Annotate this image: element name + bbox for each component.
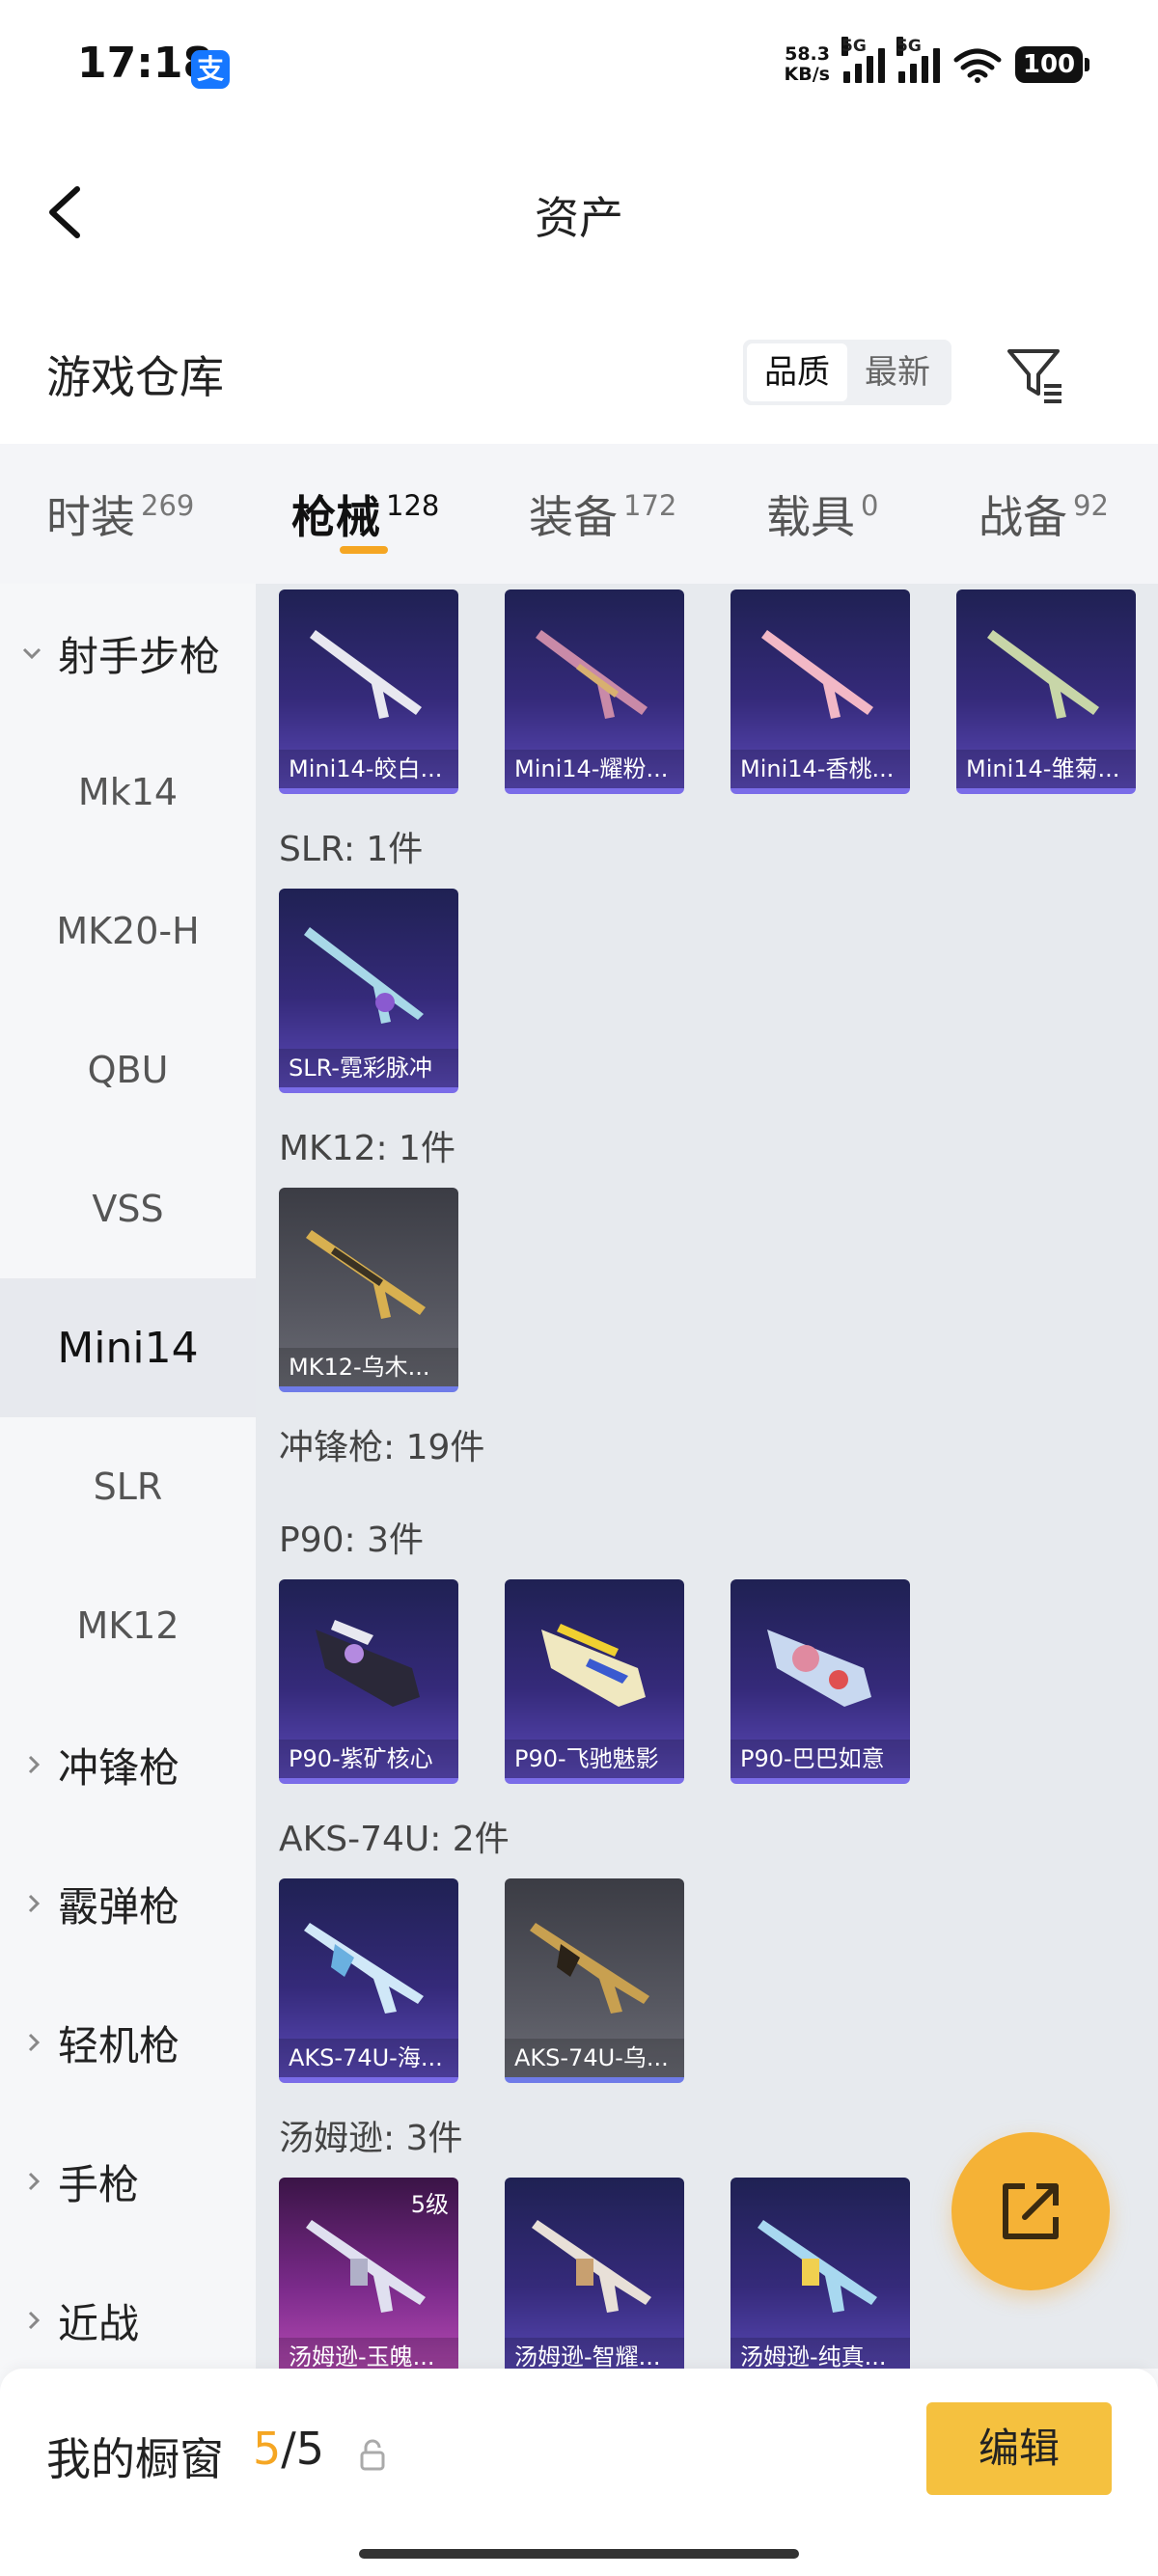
- weapon-card[interactable]: P90-飞驰魅影: [505, 1579, 684, 1784]
- rifle-icon: [306, 1230, 426, 1319]
- sort-latest-button[interactable]: 最新: [847, 343, 948, 401]
- sidebar-item-pistol[interactable]: 手枪: [0, 2112, 256, 2251]
- nav-header: 资产: [0, 135, 1158, 289]
- chevron-right-icon: [28, 2033, 41, 2052]
- active-tab-indicator: [340, 546, 388, 554]
- battery-icon: 100: [1015, 46, 1089, 83]
- signal-icon: 5G: [841, 37, 885, 83]
- sidebar-item-qbu[interactable]: QBU: [0, 1000, 256, 1139]
- weapon-card[interactable]: 汤姆逊-纯真...: [731, 2178, 910, 2369]
- group-label-aks74u: AKS-74U: 2件: [279, 1820, 510, 1859]
- weapon-card[interactable]: 5级 汤姆逊-玉魄...: [279, 2178, 458, 2369]
- share-external-icon: [1003, 2183, 1059, 2239]
- weapon-sidebar: 射手步枪 Mk14 MK20-H QBU VSS Mini14 SLR MK12…: [0, 584, 256, 2369]
- rifle-icon: [530, 1923, 649, 2014]
- rifle-icon: [304, 927, 424, 1024]
- tab-equipment[interactable]: 装备 172: [529, 482, 676, 546]
- weapon-card[interactable]: P90-紫矿核心: [279, 1579, 458, 1784]
- weapon-card[interactable]: Mini14-耀粉...: [505, 589, 684, 794]
- smg-icon: [306, 2220, 426, 2313]
- weapon-card[interactable]: Mini14-雏菊...: [956, 589, 1136, 794]
- weapon-card[interactable]: Mini14-皎白...: [279, 589, 458, 794]
- weapon-card[interactable]: 汤姆逊-智耀...: [505, 2178, 684, 2369]
- sidebar-item-mk20h[interactable]: MK20-H: [0, 862, 256, 1000]
- home-indicator[interactable]: [359, 2549, 799, 2559]
- weapon-card-name: 汤姆逊-玉魄...: [279, 2338, 458, 2369]
- sidebar-item-marksman[interactable]: 射手步枪: [0, 584, 256, 723]
- status-indicators: 58.3 KB/s 5G 5G 100: [784, 37, 1089, 85]
- weapon-card-name: Mini14-皎白...: [279, 750, 458, 788]
- sidebar-item-vss[interactable]: VSS: [0, 1139, 256, 1278]
- showcase-count: 5/5: [253, 2423, 325, 2475]
- weapon-card[interactable]: MK12-乌木...: [279, 1188, 458, 1392]
- weapon-card[interactable]: AKS-74U-海...: [279, 1878, 458, 2083]
- smg-icon: [758, 2220, 877, 2313]
- weapon-card-name: P90-紫矿核心: [279, 1740, 458, 1778]
- weapon-card-name: 汤姆逊-智耀...: [505, 2338, 684, 2369]
- weapon-card-name: 汤姆逊-纯真...: [731, 2338, 910, 2369]
- warehouse-title: 游戏仓库: [46, 351, 224, 403]
- chevron-right-icon: [28, 1894, 41, 1913]
- edit-button[interactable]: 编辑: [926, 2402, 1112, 2495]
- network-speed: 58.3 KB/s: [784, 43, 830, 85]
- weapon-card-name: SLR-霓彩脉冲: [279, 1049, 458, 1087]
- sort-toggle: 品质 最新: [743, 340, 951, 405]
- weapon-card[interactable]: P90-巴巴如意: [731, 1579, 910, 1784]
- group-label-smg: 冲锋枪: 19件: [279, 1428, 485, 1467]
- weapon-card-name: P90-巴巴如意: [731, 1740, 910, 1778]
- weapon-card-name: Mini14-香桃...: [731, 750, 910, 788]
- smg-icon: [767, 1630, 871, 1707]
- group-label-p90: P90: 3件: [279, 1521, 424, 1560]
- weapon-card[interactable]: SLR-霓彩脉冲: [279, 889, 458, 1093]
- chevron-right-icon: [28, 2172, 41, 2191]
- weapon-card-name: Mini14-耀粉...: [505, 750, 684, 788]
- tab-supplies[interactable]: 战备 92: [979, 482, 1109, 546]
- rifle-icon: [304, 1923, 424, 2014]
- smg-icon: [532, 2220, 651, 2313]
- group-label-mk12: MK12: 1件: [279, 1129, 455, 1168]
- rifle-icon: [310, 630, 422, 719]
- weapon-card-name: Mini14-雏菊...: [956, 750, 1136, 788]
- category-tabs: 时装 269 枪械 128 装备 172 载具 0 战备 92: [0, 444, 1158, 584]
- sidebar-item-mk14[interactable]: Mk14: [0, 723, 256, 862]
- wifi-icon: [953, 48, 1002, 83]
- tab-firearms[interactable]: 枪械 128: [291, 482, 439, 546]
- sidebar-item-lmg[interactable]: 轻机枪: [0, 1973, 256, 2112]
- smg-icon: [316, 1620, 420, 1707]
- share-fab-button[interactable]: [951, 2132, 1110, 2290]
- lock-icon: [360, 2439, 385, 2471]
- chevron-right-icon: [28, 1755, 41, 1774]
- chevron-down-icon: [22, 647, 41, 660]
- sidebar-item-smg[interactable]: 冲锋枪: [0, 1695, 256, 1834]
- rifle-icon: [536, 630, 648, 719]
- filter-icon[interactable]: [1004, 343, 1065, 405]
- sidebar-item-slr[interactable]: SLR: [0, 1417, 256, 1556]
- smg-icon: [541, 1624, 646, 1707]
- rifle-icon: [761, 630, 873, 719]
- weapon-card[interactable]: Mini14-香桃...: [731, 589, 910, 794]
- tab-vehicles[interactable]: 载具 0: [766, 482, 878, 546]
- sidebar-item-mini14[interactable]: Mini14: [0, 1278, 256, 1417]
- weapon-card-name: P90-飞驰魅影: [505, 1740, 684, 1778]
- alipay-app-icon: 支: [191, 50, 230, 89]
- showcase-label: 我的橱窗: [46, 2433, 224, 2485]
- page-title: 资产: [535, 192, 623, 244]
- tab-fashion[interactable]: 时装 269: [46, 482, 194, 546]
- sort-quality-button[interactable]: 品质: [747, 343, 847, 401]
- group-label-thompson: 汤姆逊: 3件: [279, 2119, 463, 2158]
- chevron-right-icon: [28, 2311, 41, 2330]
- weapon-card-name: MK12-乌木...: [279, 1348, 458, 1386]
- warehouse-header: 游戏仓库 品质 最新: [0, 289, 1158, 444]
- sidebar-item-shotgun[interactable]: 霰弹枪: [0, 1834, 256, 1973]
- weapon-card-name: AKS-74U-乌...: [505, 2039, 684, 2077]
- weapon-card[interactable]: AKS-74U-乌...: [505, 1878, 684, 2083]
- signal-icon-2: 5G: [896, 37, 940, 83]
- status-bar: 17:18 支 58.3 KB/s 5G 5G 100: [0, 0, 1158, 135]
- weapon-grid: Mini14-皎白... Mini14-耀粉... Mini14-香桃... M…: [256, 584, 1158, 2369]
- rifle-icon: [987, 630, 1099, 719]
- group-label-slr: SLR: 1件: [279, 830, 424, 869]
- showcase-bar: 我的橱窗 5/5 编辑: [0, 2369, 1158, 2576]
- weapon-card-name: AKS-74U-海...: [279, 2039, 458, 2077]
- sidebar-item-mk12[interactable]: MK12: [0, 1556, 256, 1695]
